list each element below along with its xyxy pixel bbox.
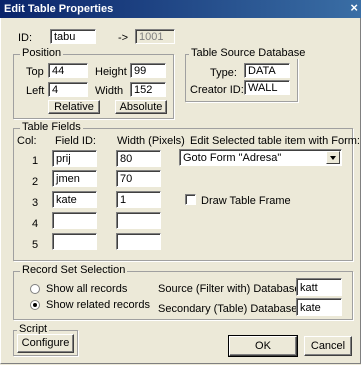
width-pixels-header: Width (Pixels)	[117, 135, 185, 147]
show-related-label: Show related records	[46, 299, 150, 311]
chevron-down-icon[interactable]	[326, 151, 340, 164]
recordset-group-label: Record Set Selection	[20, 264, 128, 276]
form-select[interactable]: Goto Form "Adresa"	[179, 149, 342, 166]
type-input[interactable]: DATA	[244, 63, 290, 78]
left-label: Left	[26, 85, 45, 97]
col-number: 1	[32, 155, 39, 167]
close-icon[interactable]: ×	[350, 0, 358, 15]
edit-form-header: Edit Selected table item with Form:	[190, 135, 360, 147]
window-title: Edit Table Properties	[4, 3, 114, 15]
show-all-radio[interactable]	[30, 284, 40, 294]
col-number: 4	[32, 218, 39, 230]
position-group-label: Position	[20, 47, 64, 59]
width-input[interactable]: 1	[116, 191, 161, 208]
left-input[interactable]: 4	[48, 82, 88, 97]
col-number: 5	[32, 239, 39, 251]
ok-button[interactable]: OK	[228, 335, 298, 357]
show-all-label: Show all records	[46, 283, 128, 295]
width-input[interactable]: 152	[130, 82, 166, 97]
field-id-input[interactable]: prij	[52, 150, 97, 167]
title-bar: Edit Table Properties ×	[0, 0, 361, 18]
width-input[interactable]	[116, 212, 161, 229]
top-label: Top	[26, 66, 44, 78]
configure-button[interactable]: Configure	[17, 334, 74, 353]
numeric-id-field: 1001	[135, 29, 175, 44]
field-id-input[interactable]: kate	[52, 191, 97, 208]
col-number: 2	[32, 176, 39, 188]
form-select-value: Goto Form "Adresa"	[183, 152, 282, 164]
width-input[interactable]: 80	[116, 150, 161, 167]
height-label: Height	[95, 66, 127, 78]
width-input[interactable]	[116, 233, 161, 250]
col-number: 3	[32, 197, 39, 209]
source-db-group-label: Table Source Database	[189, 47, 308, 59]
relative-button[interactable]: Relative	[48, 100, 100, 114]
creator-label: Creator ID:	[190, 84, 244, 96]
field-id-input[interactable]	[52, 212, 97, 229]
absolute-button[interactable]: Absolute	[115, 100, 167, 114]
table-fields-group-label: Table Fields	[20, 121, 83, 133]
field-id-input[interactable]: jmen	[52, 170, 97, 187]
cancel-button[interactable]: Cancel	[304, 336, 352, 356]
id-label: ID:	[18, 32, 33, 44]
creator-input[interactable]: WALL	[244, 80, 290, 95]
height-input[interactable]: 99	[130, 63, 166, 78]
type-label: Type:	[210, 67, 237, 79]
field-id-header: Field ID:	[55, 135, 96, 147]
id-arrow-icon: ->	[118, 32, 129, 44]
show-related-radio[interactable]	[30, 300, 40, 310]
secondary-field-input[interactable]: kate	[296, 298, 342, 316]
width-label: Width	[95, 85, 124, 97]
width-input[interactable]: 70	[116, 170, 161, 187]
col-header: Col:	[17, 135, 37, 147]
field-id-input[interactable]	[52, 233, 97, 250]
id-input[interactable]: tabu	[50, 29, 96, 44]
draw-frame-checkbox[interactable]	[185, 194, 196, 205]
draw-frame-label: Draw Table Frame	[201, 195, 291, 207]
top-input[interactable]: 44	[48, 63, 88, 78]
source-field-input[interactable]: katt	[296, 278, 342, 296]
